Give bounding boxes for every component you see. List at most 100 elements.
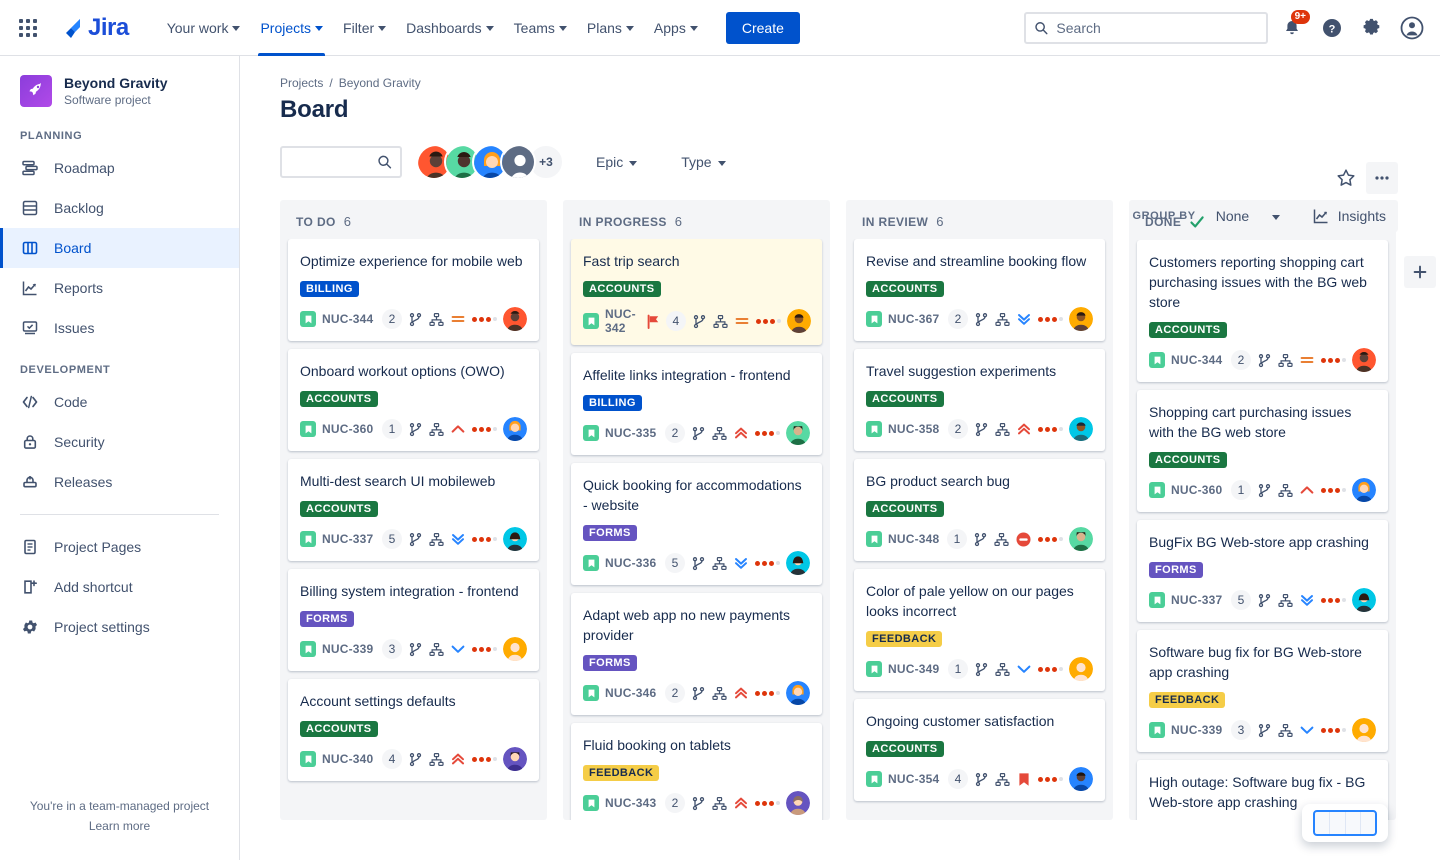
epic-tag[interactable]: FEEDBACK <box>1149 692 1225 708</box>
priority-indicator[interactable] <box>1015 531 1032 548</box>
avatar[interactable] <box>500 144 536 180</box>
card-actions-menu[interactable] <box>1038 667 1063 672</box>
nav-teams[interactable]: Teams <box>504 0 577 56</box>
assignee-avatar[interactable] <box>1069 527 1093 551</box>
subtask-count-badge[interactable]: 1 <box>1231 480 1251 500</box>
issue-card[interactable]: BugFix BG Web-store app crashingFORMSNUC… <box>1137 520 1388 622</box>
branch-icon-wrap[interactable] <box>691 426 706 441</box>
priority-indicator[interactable] <box>1299 722 1315 738</box>
issue-card[interactable]: Shopping cart purchasing issues with the… <box>1137 390 1388 512</box>
assignee-avatar[interactable] <box>1352 718 1376 742</box>
issue-card[interactable]: Adapt web app no new payments providerFO… <box>571 593 822 715</box>
epic-filter-dropdown[interactable]: Epic <box>586 146 647 178</box>
notifications-button[interactable]: 9+ <box>1276 12 1308 44</box>
assignee-avatar[interactable] <box>787 309 811 333</box>
issue-card[interactable]: Onboard workout options (OWO)ACCOUNTSNUC… <box>288 349 539 451</box>
branch-icon-wrap[interactable] <box>974 312 989 327</box>
subtask-icon-wrap[interactable] <box>429 312 444 327</box>
epic-tag[interactable]: BILLING <box>583 395 642 411</box>
branch-icon-wrap[interactable] <box>1257 353 1272 368</box>
issue-card[interactable]: Customers reporting shopping cart purcha… <box>1137 240 1388 382</box>
card-actions-menu[interactable] <box>755 801 780 806</box>
card-actions-menu[interactable] <box>755 691 780 696</box>
issue-key[interactable]: NUC-337 <box>322 532 373 546</box>
issue-key[interactable]: NUC-348 <box>888 532 939 546</box>
subtask-count-badge[interactable]: 1 <box>382 419 402 439</box>
sidebar-item-backlog[interactable]: Backlog <box>0 188 239 228</box>
priority-indicator[interactable] <box>1299 352 1315 368</box>
more-actions-button[interactable] <box>1366 162 1398 194</box>
assignee-avatar[interactable] <box>1069 417 1093 441</box>
issue-card[interactable]: Affelite links integration - frontendBIL… <box>571 353 822 455</box>
priority-indicator[interactable] <box>733 685 749 701</box>
issue-card[interactable]: Quick booking for accommodations - websi… <box>571 463 822 585</box>
epic-tag[interactable]: BILLING <box>300 281 359 297</box>
breadcrumb-projects[interactable]: Projects <box>280 76 323 90</box>
board-search-input[interactable] <box>282 154 377 170</box>
issue-key[interactable]: NUC-346 <box>605 686 656 700</box>
nav-projects[interactable]: Projects <box>250 0 333 56</box>
branch-icon-wrap[interactable] <box>1257 593 1272 608</box>
epic-tag[interactable]: ACCOUNTS <box>866 391 944 407</box>
sidebar-item-project-pages[interactable]: Project Pages <box>0 527 239 567</box>
subtask-icon-wrap[interactable] <box>995 772 1010 787</box>
assignee-avatar[interactable] <box>503 417 527 441</box>
priority-indicator[interactable] <box>450 311 466 327</box>
sidebar-item-roadmap[interactable]: Roadmap <box>0 148 239 188</box>
branch-icon-wrap[interactable] <box>974 662 989 677</box>
star-button[interactable] <box>1330 162 1362 194</box>
sidebar-item-board[interactable]: Board <box>0 228 239 268</box>
branch-icon-wrap[interactable] <box>691 556 706 571</box>
subtask-icon-wrap[interactable] <box>429 422 444 437</box>
assignee-avatar[interactable] <box>786 791 810 815</box>
issue-key[interactable]: NUC-342 <box>605 307 636 335</box>
priority-indicator[interactable] <box>1016 421 1032 437</box>
issue-key[interactable]: NUC-344 <box>322 312 373 326</box>
subtask-count-badge[interactable]: 2 <box>665 683 685 703</box>
epic-tag[interactable]: ACCOUNTS <box>1149 322 1227 338</box>
global-search-box[interactable] <box>1024 12 1268 44</box>
branch-icon-wrap[interactable] <box>691 796 706 811</box>
priority-indicator[interactable] <box>450 421 466 437</box>
issue-card[interactable]: Fluid booking on tabletsFEEDBACKNUC-3432 <box>571 723 822 820</box>
subtask-count-badge[interactable]: 2 <box>1231 350 1251 370</box>
issue-card[interactable]: Travel suggestion experimentsACCOUNTSNUC… <box>854 349 1105 451</box>
branch-icon-wrap[interactable] <box>1257 483 1272 498</box>
assignee-avatar[interactable] <box>503 527 527 551</box>
subtask-count-badge[interactable]: 4 <box>666 311 686 331</box>
create-button[interactable]: Create <box>726 12 800 44</box>
subtask-count-badge[interactable]: 4 <box>948 769 968 789</box>
epic-tag[interactable]: FEEDBACK <box>583 765 659 781</box>
settings-button[interactable] <box>1356 12 1388 44</box>
branch-icon-wrap[interactable] <box>974 422 989 437</box>
issue-card[interactable]: BG product search bugACCOUNTSNUC-3481 <box>854 459 1105 561</box>
card-actions-menu[interactable] <box>472 757 497 762</box>
subtask-count-badge[interactable]: 2 <box>382 309 402 329</box>
card-actions-menu[interactable] <box>472 427 497 432</box>
group-by-dropdown[interactable]: None <box>1204 200 1292 232</box>
epic-tag[interactable]: FORMS <box>583 655 637 671</box>
subtask-count-badge[interactable]: 1 <box>948 659 968 679</box>
branch-icon-wrap[interactable] <box>408 422 423 437</box>
assignee-avatar[interactable] <box>1069 657 1093 681</box>
epic-tag[interactable]: ACCOUNTS <box>300 721 378 737</box>
epic-tag[interactable]: ACCOUNTS <box>866 741 944 757</box>
issue-card[interactable]: Software bug fix for BG Web-store app cr… <box>1137 630 1388 752</box>
nav-your-work[interactable]: Your work <box>157 0 251 56</box>
priority-indicator[interactable] <box>450 531 466 547</box>
issue-card[interactable]: Revise and streamline booking flowACCOUN… <box>854 239 1105 341</box>
subtask-icon-wrap[interactable] <box>1278 483 1293 498</box>
issue-key[interactable]: NUC-339 <box>322 642 373 656</box>
priority-indicator[interactable] <box>450 641 466 657</box>
branch-icon-wrap[interactable] <box>1257 723 1272 738</box>
subtask-icon-wrap[interactable] <box>994 532 1009 547</box>
issue-card[interactable]: Account settings defaultsACCOUNTSNUC-340… <box>288 679 539 781</box>
priority-indicator[interactable] <box>733 425 749 441</box>
priority-indicator[interactable] <box>450 751 466 767</box>
branch-icon-wrap[interactable] <box>408 642 423 657</box>
assignee-avatar[interactable] <box>503 307 527 331</box>
sidebar-item-add-shortcut[interactable]: Add shortcut <box>0 567 239 607</box>
issue-key[interactable]: NUC-360 <box>1171 483 1222 497</box>
type-filter-dropdown[interactable]: Type <box>671 146 735 178</box>
subtask-icon-wrap[interactable] <box>429 752 444 767</box>
